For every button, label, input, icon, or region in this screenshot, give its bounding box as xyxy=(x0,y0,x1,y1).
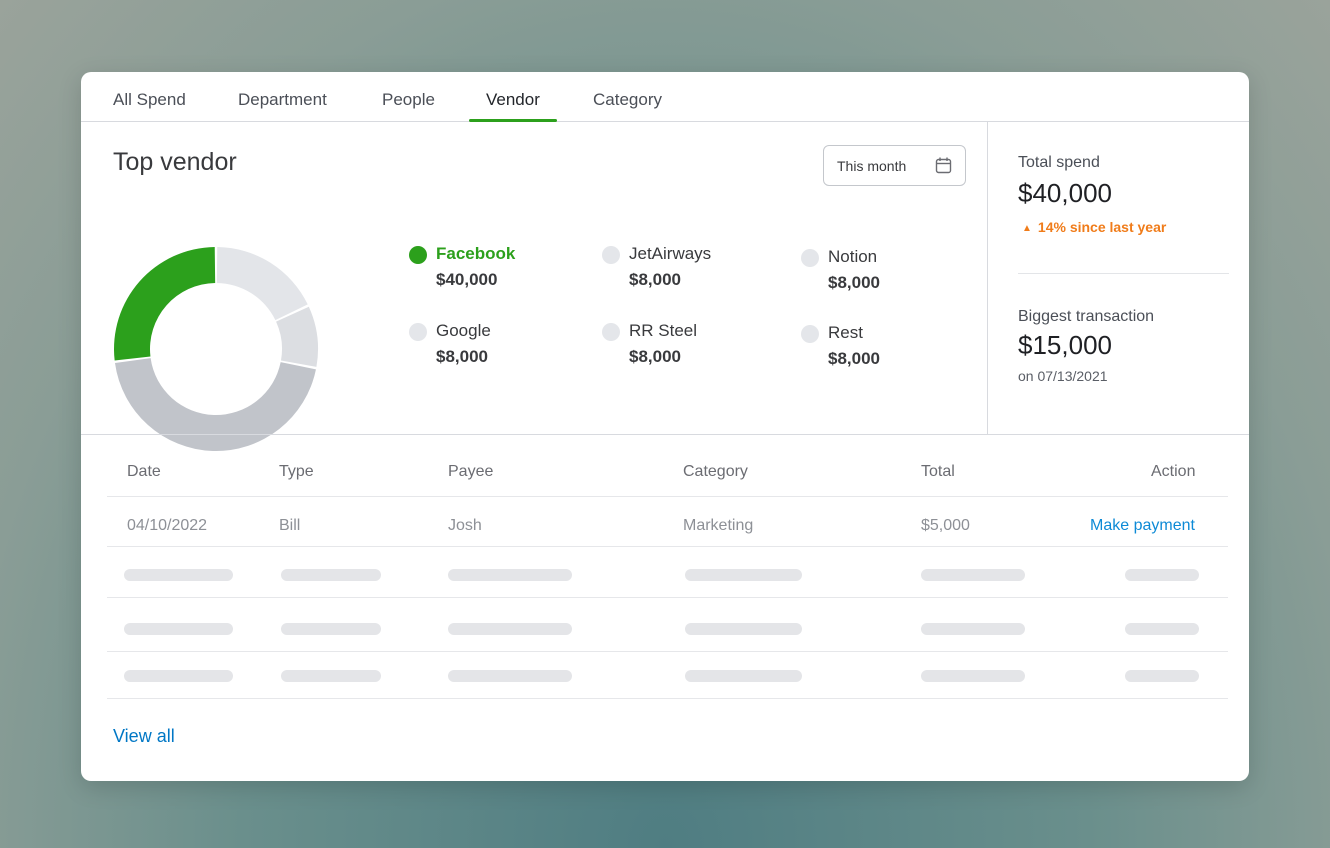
legend-item-jetairways[interactable]: JetAirways $8,000 xyxy=(602,244,752,294)
legend-dot xyxy=(409,323,427,341)
tab-vendor[interactable]: Vendor xyxy=(469,90,557,122)
legend-item-rr-steel[interactable]: RR Steel $8,000 xyxy=(602,321,752,371)
legend-item-facebook[interactable]: Facebook $40,000 xyxy=(409,244,559,294)
skeleton-placeholder xyxy=(124,569,233,581)
skeleton-placeholder xyxy=(124,670,233,682)
legend-item-rest[interactable]: Rest $8,000 xyxy=(801,323,951,373)
vendor-donut-chart xyxy=(114,247,318,452)
cell-payee: Josh xyxy=(448,517,482,534)
skeleton-placeholder xyxy=(1125,670,1199,682)
legend-name: RR Steel xyxy=(629,321,698,340)
stats-panel: Total spend $40,000 ▲ 14% since last year… xyxy=(987,122,1249,434)
top-vendor-panel: Top vendor This month Facebook $40,000 J… xyxy=(81,122,987,452)
tab-department[interactable]: Department xyxy=(238,90,327,122)
legend-value: $40,000 xyxy=(436,270,498,289)
section-title: Top vendor xyxy=(113,148,237,176)
make-payment-link[interactable]: Make payment xyxy=(1090,517,1195,535)
legend-value: $8,000 xyxy=(828,349,880,368)
legend-dot xyxy=(409,246,427,264)
skeleton-placeholder xyxy=(921,623,1025,635)
legend-name: Rest xyxy=(828,323,863,342)
legend-item-notion[interactable]: Notion $8,000 xyxy=(801,247,951,297)
stats-divider xyxy=(1018,273,1229,274)
column-header-date[interactable]: Date xyxy=(127,463,161,481)
legend-dot xyxy=(602,323,620,341)
skeleton-placeholder xyxy=(685,623,802,635)
legend-item-google[interactable]: Google $8,000 xyxy=(409,321,559,371)
skeleton-placeholder xyxy=(921,670,1025,682)
skeleton-placeholder xyxy=(124,623,233,635)
date-filter-button[interactable]: This month xyxy=(823,145,966,186)
skeleton-placeholder xyxy=(448,569,572,581)
column-header-action: Action xyxy=(1151,463,1196,480)
skeleton-placeholder xyxy=(685,670,802,682)
row-divider xyxy=(107,496,1228,497)
spend-change: ▲ 14% since last year xyxy=(1022,219,1166,235)
row-divider xyxy=(107,698,1228,699)
column-header-category[interactable]: Category xyxy=(683,463,748,481)
skeleton-placeholder xyxy=(281,569,381,581)
skeleton-placeholder xyxy=(448,623,572,635)
skeleton-placeholder xyxy=(448,670,572,682)
legend-name: Notion xyxy=(828,247,878,266)
tab-people[interactable]: People xyxy=(382,90,435,122)
tab-all-spend[interactable]: All Spend xyxy=(113,90,186,122)
legend-name: Facebook xyxy=(436,244,516,263)
spend-card: All Spend Department People Vendor Categ… xyxy=(81,72,1249,781)
legend-value: $8,000 xyxy=(828,273,880,292)
row-divider xyxy=(107,651,1228,652)
tab-category[interactable]: Category xyxy=(593,90,662,122)
triangle-up-icon: ▲ xyxy=(1022,223,1032,234)
legend-name: Google xyxy=(436,321,491,340)
skeleton-placeholder xyxy=(1125,623,1199,635)
cell-category: Marketing xyxy=(683,517,754,534)
skeleton-placeholder xyxy=(685,569,802,581)
legend-dot xyxy=(801,249,819,267)
skeleton-placeholder xyxy=(921,569,1025,581)
skeleton-placeholder xyxy=(1125,569,1199,581)
column-header-type[interactable]: Type xyxy=(279,463,314,481)
biggest-transaction-label: Biggest transaction xyxy=(1018,308,1155,325)
date-filter-label: This month xyxy=(837,158,907,174)
biggest-transaction-value: $15,000 xyxy=(1018,330,1112,360)
legend-value: $8,000 xyxy=(629,270,681,289)
calendar-icon xyxy=(935,157,952,174)
skeleton-placeholder xyxy=(281,623,381,635)
biggest-transaction-date: on 07/13/2021 xyxy=(1018,368,1108,384)
spend-change-text: 14% since last year xyxy=(1037,219,1167,235)
row-divider xyxy=(107,546,1228,547)
column-header-total[interactable]: Total xyxy=(921,463,955,481)
cell-date: 04/10/2022 xyxy=(127,517,208,534)
donut-segment-1[interactable] xyxy=(216,247,308,321)
total-spend-value: $40,000 xyxy=(1018,178,1112,208)
view-all-link[interactable]: View all xyxy=(113,726,175,747)
legend-value: $8,000 xyxy=(436,347,488,366)
transactions-table: Date Type Payee Category Total Action 04… xyxy=(81,434,1249,781)
tab-bar: All Spend Department People Vendor Categ… xyxy=(81,72,1249,122)
legend-value: $8,000 xyxy=(629,347,681,366)
column-header-payee[interactable]: Payee xyxy=(448,463,493,481)
cell-total: $5,000 xyxy=(921,517,970,534)
total-spend-label: Total spend xyxy=(1018,154,1100,171)
donut-segment-0[interactable] xyxy=(114,247,216,361)
legend-dot xyxy=(801,325,819,343)
skeleton-placeholder xyxy=(281,670,381,682)
cell-type: Bill xyxy=(279,517,301,534)
row-divider xyxy=(107,597,1228,598)
legend-dot xyxy=(602,246,620,264)
legend-name: JetAirways xyxy=(629,244,712,263)
